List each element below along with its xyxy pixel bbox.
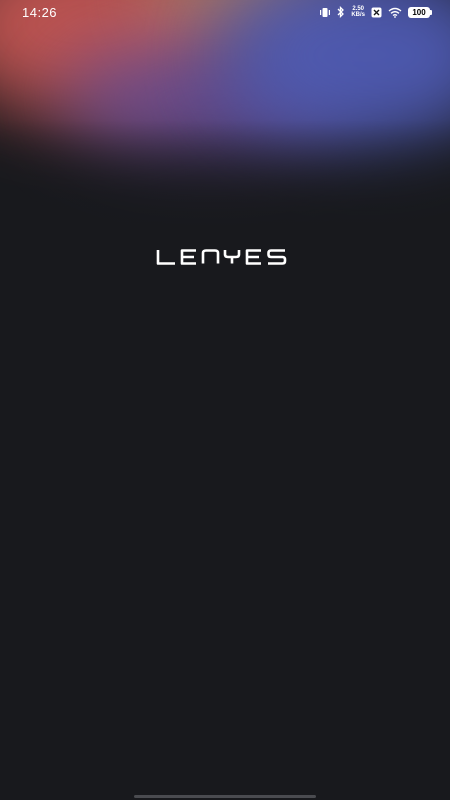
status-bar: 14:26 2.50 KB/s 100 — [0, 0, 450, 26]
home-indicator[interactable] — [134, 795, 316, 798]
vibrate-icon — [319, 7, 331, 18]
net-speed-indicator: 2.50 KB/s — [351, 6, 365, 18]
status-time: 14:26 — [22, 5, 58, 20]
status-icons: 2.50 KB/s 100 — [319, 6, 432, 18]
gradient-glow — [0, 0, 450, 240]
lenyes-logo — [156, 249, 287, 265]
wifi-icon — [388, 7, 402, 18]
notification-icon — [371, 7, 382, 18]
brand-logo — [0, 248, 450, 271]
net-speed-unit: KB/s — [351, 12, 365, 18]
splash-screen: 14:26 2.50 KB/s 100 — [0, 0, 450, 800]
battery-icon: 100 — [408, 6, 432, 18]
bluetooth-icon — [337, 6, 345, 18]
